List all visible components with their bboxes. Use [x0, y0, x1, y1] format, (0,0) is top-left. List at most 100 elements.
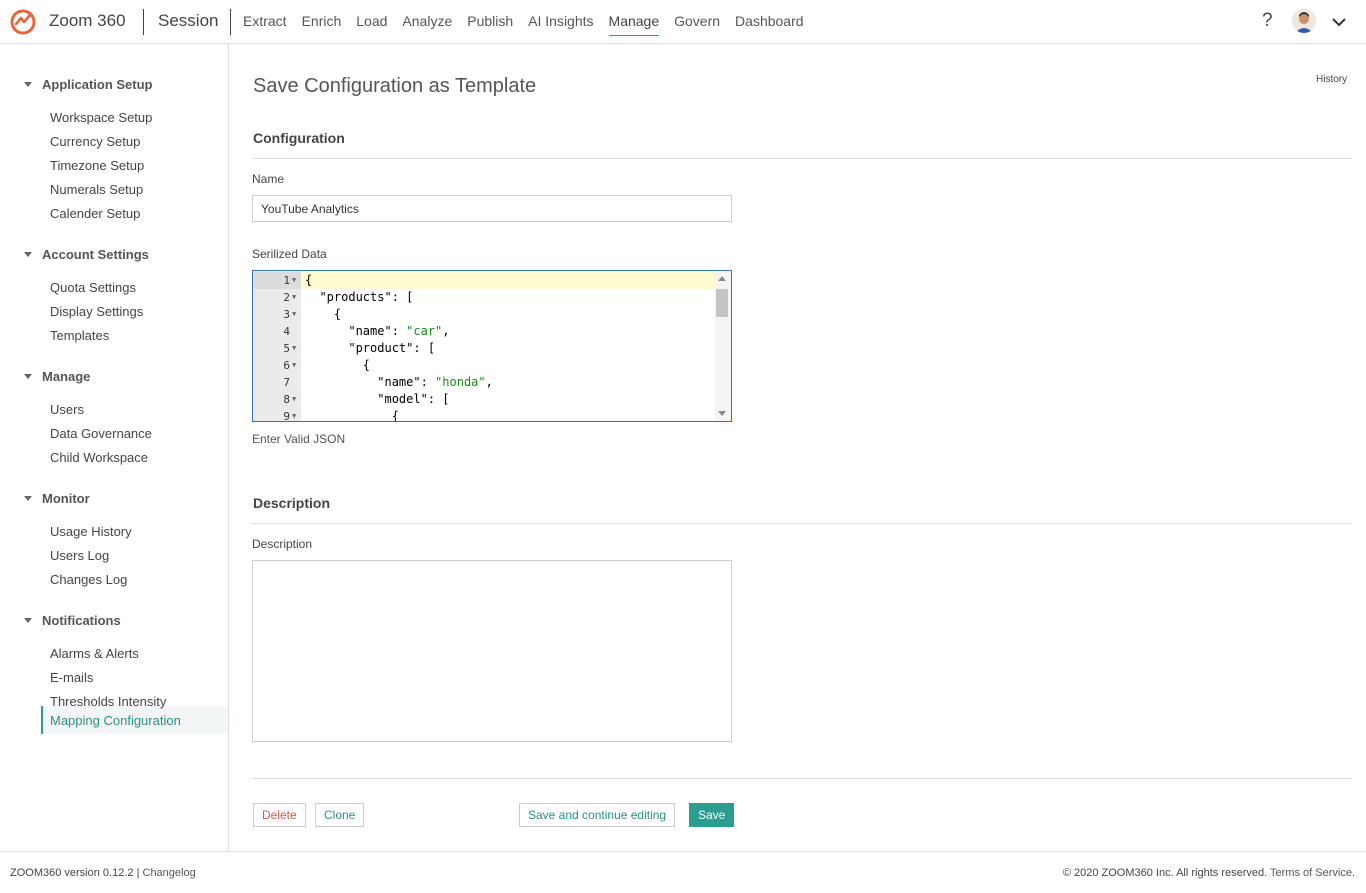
sidebar-item-e-mails[interactable]: E-mails [50, 670, 93, 685]
sidebar-item-usage-history[interactable]: Usage History [50, 524, 132, 539]
fold-arrow-icon[interactable]: ▼ [292, 289, 296, 306]
line-number: 4 [283, 325, 290, 338]
divider [252, 778, 1352, 779]
name-label: Name [252, 172, 285, 186]
nav-item-label: Enrich [301, 13, 342, 29]
copyright-text: © 2020 ZOOM360 Inc. All rights reserved. [1062, 867, 1268, 879]
nav-item-label: AI Insights [528, 13, 594, 29]
fold-arrow-icon[interactable]: ▼ [292, 340, 296, 357]
scroll-up-icon[interactable] [718, 276, 726, 281]
caret-down-icon [24, 496, 32, 501]
sidebar-item-users[interactable]: Users [50, 402, 84, 417]
code-text: "product": [ [305, 341, 436, 355]
json-code-editor[interactable]: 1 ▼{2 ▼ "products": [3 ▼ {4 "name": "car", 5… [252, 270, 732, 422]
sidebar-item-templates[interactable]: Templates [50, 328, 109, 343]
changelog-link[interactable]: Changelog [143, 867, 196, 879]
code-line: 5 ▼ "product": [ [253, 340, 713, 357]
fold-arrow-icon[interactable]: ▼ [292, 357, 296, 374]
session-label[interactable]: Session [158, 11, 218, 31]
fold-arrow-icon[interactable]: ▼ [292, 408, 296, 421]
save-button[interactable]: Save [689, 803, 735, 827]
delete-button[interactable]: Delete [253, 803, 306, 827]
sidebar-item-currency-setup[interactable]: Currency Setup [50, 134, 140, 149]
scrollbar-thumb[interactable] [716, 289, 728, 317]
nav-item-dashboard[interactable]: Dashboard [735, 0, 804, 44]
sidebar-group-label: Application Setup [42, 77, 153, 92]
sidebar-group-manage[interactable]: Manage [24, 369, 90, 384]
footer-version-info: ZOOM360 version 0.12.2 | Changelog [10, 867, 196, 879]
line-number: 1 [283, 274, 290, 287]
code-line: 6 ▼ { [253, 357, 713, 374]
sidebar-group-account-settings[interactable]: Account Settings [24, 247, 149, 262]
code-text: "products": [ [305, 290, 414, 304]
sidebar-group-notifications[interactable]: Notifications [24, 613, 121, 628]
sidebar-group-monitor[interactable]: Monitor [24, 491, 90, 506]
code-text: { [305, 409, 399, 422]
line-number: 9 [283, 410, 290, 422]
footer: ZOOM360 version 0.12.2 | Changelog © 202… [0, 851, 1366, 893]
code-text: "name": "honda", [305, 375, 493, 389]
version-text: ZOOM360 version 0.12.2 [10, 867, 134, 879]
zoom360-logo-icon[interactable] [10, 9, 36, 35]
sidebar-item-calender-setup[interactable]: Calender Setup [50, 206, 140, 221]
fold-arrow-icon[interactable]: ▼ [292, 272, 296, 289]
chevron-down-icon[interactable] [1331, 14, 1347, 30]
editor-scrollbar[interactable] [715, 271, 731, 421]
nav-item-label: Dashboard [735, 13, 804, 29]
scroll-down-icon[interactable] [718, 411, 726, 416]
user-avatar[interactable] [1292, 9, 1316, 33]
sidebar-item-changes-log[interactable]: Changes Log [50, 572, 127, 587]
code-line: 9 ▼ { [253, 408, 713, 422]
sidebar-item-workspace-setup[interactable]: Workspace Setup [50, 110, 152, 125]
code-text: "name": "car", [305, 324, 450, 338]
sidebar-item-timezone-setup[interactable]: Timezone Setup [50, 158, 144, 173]
app-title[interactable]: Zoom 360 [49, 11, 126, 31]
sidebar-item-display-settings[interactable]: Display Settings [50, 304, 143, 319]
nav-item-manage[interactable]: Manage [608, 0, 660, 44]
sidebar-group-application-setup[interactable]: Application Setup [24, 77, 153, 92]
sidebar-item-numerals-setup[interactable]: Numerals Setup [50, 182, 143, 197]
sidebar-group-label: Account Settings [42, 247, 149, 262]
code-text: { [305, 273, 313, 287]
sidebar-item-mapping-configuration[interactable]: Mapping Configuration [50, 713, 181, 728]
line-number: 8 [283, 393, 290, 406]
main-content: Save Configuration as Template History C… [229, 44, 1366, 851]
nav-item-analyze[interactable]: Analyze [402, 0, 452, 44]
fold-arrow-icon[interactable]: ▼ [292, 306, 296, 323]
nav-divider [143, 9, 144, 35]
divider [252, 158, 1352, 159]
nav-item-enrich[interactable]: Enrich [302, 0, 342, 44]
name-input[interactable] [252, 195, 732, 222]
line-number: 2 [283, 291, 290, 304]
caret-down-icon [24, 82, 32, 87]
fold-arrow-icon[interactable]: ▼ [292, 391, 296, 408]
description-textarea[interactable] [252, 560, 732, 742]
help-icon[interactable]: ? [1262, 10, 1273, 32]
code-line: 7 "name": "honda", [253, 374, 713, 391]
sidebar-item-alarms-alerts[interactable]: Alarms & Alerts [50, 646, 139, 661]
sidebar-item-users-log[interactable]: Users Log [50, 548, 109, 563]
sidebar-item-data-governance[interactable]: Data Governance [50, 426, 152, 441]
nav-item-label: Govern [674, 13, 721, 29]
nav-item-govern[interactable]: Govern [674, 0, 720, 44]
code-text: "model": [ [305, 392, 450, 406]
nav-item-label: Analyze [402, 13, 453, 29]
code-text: { [305, 307, 342, 321]
history-link[interactable]: History [1316, 74, 1347, 85]
save-and-continue-button[interactable]: Save and continue editing [519, 803, 676, 827]
nav-item-load[interactable]: Load [356, 0, 387, 44]
nav-item-label: Extract [243, 13, 287, 29]
configuration-section-title: Configuration [253, 130, 345, 146]
terms-of-service-link[interactable]: Terms of Service. [1270, 867, 1355, 879]
sidebar-item-child-workspace[interactable]: Child Workspace [50, 450, 148, 465]
nav-item-ai-insights[interactable]: AI Insights [528, 0, 593, 44]
clone-button[interactable]: Clone [315, 803, 365, 827]
sidebar-item-thresholds-intensity[interactable]: Thresholds Intensity [50, 694, 166, 709]
sidebar-item-quota-settings[interactable]: Quota Settings [50, 280, 136, 295]
code-line: 1 ▼ { [253, 272, 713, 289]
nav-divider [230, 9, 231, 35]
nav-item-label: Load [356, 13, 388, 29]
nav-item-publish[interactable]: Publish [467, 0, 513, 44]
sidebar-group-label: Manage [42, 369, 91, 384]
nav-item-extract[interactable]: Extract [243, 0, 287, 44]
